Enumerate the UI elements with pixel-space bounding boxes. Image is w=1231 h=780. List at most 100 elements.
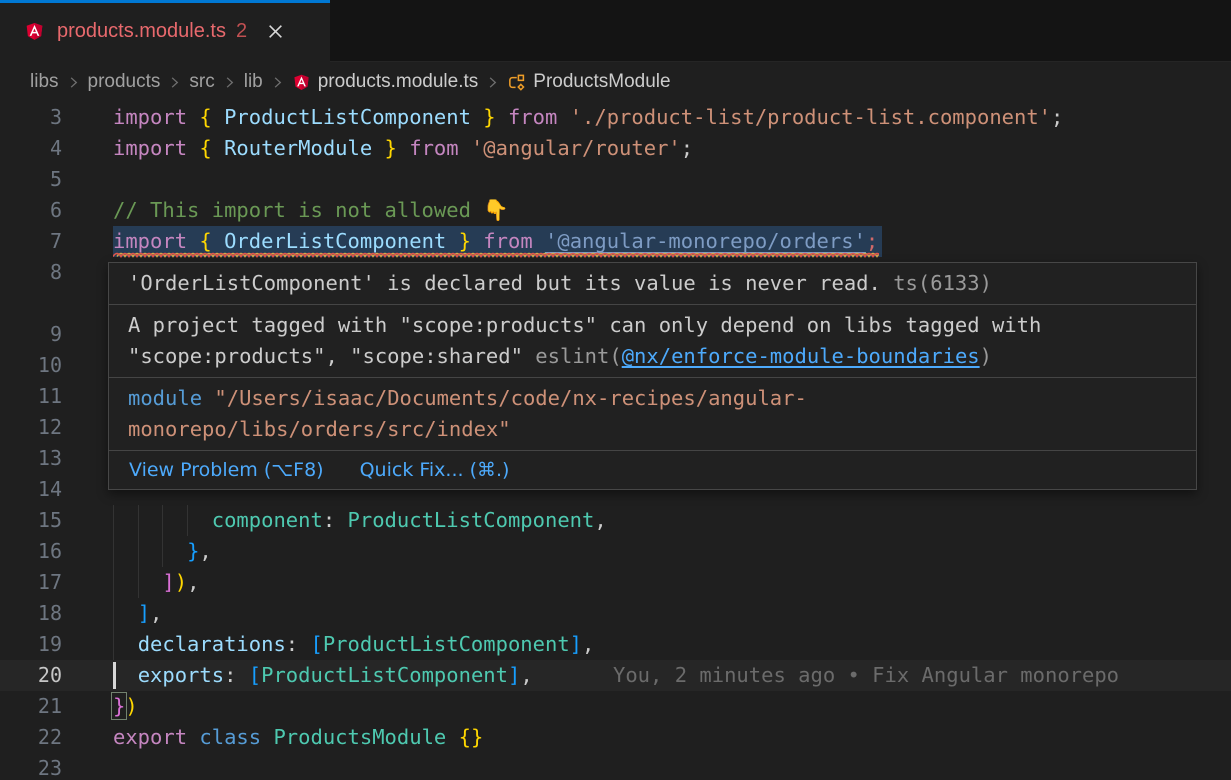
eslint-rule-link[interactable]: @nx/enforce-module-boundaries	[622, 344, 980, 368]
code-text: ]),	[113, 567, 199, 598]
code-line-7[interactable]: 7import { OrderListComponent } from '@an…	[0, 226, 1231, 257]
breadcrumb-folder-lib[interactable]: lib	[244, 71, 263, 93]
line-number[interactable]: 3	[0, 102, 62, 133]
token: ]	[570, 632, 582, 656]
token	[113, 539, 187, 563]
line-number[interactable]: 7	[0, 226, 62, 257]
token: from	[409, 136, 471, 160]
token: }	[113, 694, 125, 718]
module-path-line2: monorepo/libs/orders/src/index"	[128, 417, 511, 441]
token: class	[199, 725, 273, 749]
token: {}	[459, 725, 484, 749]
code-text: ],	[113, 598, 162, 629]
token: :	[286, 632, 311, 656]
token: {	[199, 229, 224, 253]
code-text: export class ProductsModule {}	[113, 722, 483, 753]
line-number[interactable]: 16	[0, 536, 62, 567]
code-line-5[interactable]: 5	[0, 164, 1231, 195]
code-line-4[interactable]: 4import { RouterModule } from '@angular/…	[0, 133, 1231, 164]
breadcrumb-folder-products[interactable]: products	[88, 71, 161, 93]
code-line-16[interactable]: 16 },	[0, 536, 1231, 567]
line-number[interactable]: 11	[0, 381, 62, 412]
angular-icon	[292, 72, 311, 92]
token: [	[249, 663, 261, 687]
line-number[interactable]: 20	[0, 660, 62, 691]
line-number[interactable]: 14	[0, 474, 62, 505]
line-number[interactable]: 19	[0, 629, 62, 660]
token: OrderListComponent	[224, 229, 446, 253]
token	[113, 570, 162, 594]
module-info: module "/Users/isaac/Documents/code/nx-r…	[109, 378, 1196, 450]
line-number[interactable]: 21	[0, 691, 62, 722]
token: {	[199, 105, 224, 129]
line-number[interactable]: 13	[0, 443, 62, 474]
token: '@angular-monorepo/orders'	[545, 229, 866, 253]
line-number[interactable]: 8	[0, 257, 62, 288]
vscode-window: products.module.ts 2 libs products src l…	[0, 0, 1231, 780]
line-number[interactable]: 17	[0, 567, 62, 598]
token: {	[199, 136, 224, 160]
token	[113, 632, 138, 656]
ts-diagnostic-message: 'OrderListComponent' is declared but its…	[128, 271, 881, 295]
tab-products-module[interactable]: products.module.ts 2	[0, 0, 330, 62]
token: ]	[138, 601, 150, 625]
code-text: },	[113, 536, 212, 567]
module-path-line1: "/Users/isaac/Documents/code/nx-recipes/…	[214, 386, 806, 410]
breadcrumb-file[interactable]: products.module.ts	[318, 71, 479, 93]
token: ;	[681, 136, 693, 160]
line-number[interactable]: 23	[0, 753, 62, 780]
code-line-15[interactable]: 15 component: ProductListComponent,	[0, 505, 1231, 536]
code-line-18[interactable]: 18 ],	[0, 598, 1231, 629]
token: ProductsModule	[273, 725, 458, 749]
token	[113, 601, 138, 625]
code-text: import { ProductListComponent } from './…	[113, 102, 1063, 133]
token: ProductListComponent	[261, 663, 508, 687]
line-number[interactable]: 12	[0, 412, 62, 443]
token: :	[323, 508, 348, 532]
line-number[interactable]: 10	[0, 350, 62, 381]
code-line-23[interactable]: 23	[0, 753, 1231, 780]
tab-problem-count: 2	[236, 20, 247, 43]
token: exports	[138, 663, 224, 687]
token: ProductListComponent	[323, 632, 570, 656]
breadcrumb-folder-libs[interactable]: libs	[30, 71, 59, 93]
token: // This import is not allowed 👇	[113, 198, 509, 222]
breadcrumb-symbol[interactable]: ProductsModule	[533, 71, 670, 93]
token: declarations	[138, 632, 286, 656]
token: )	[125, 694, 137, 718]
code-line-17[interactable]: 17 ]),	[0, 567, 1231, 598]
token: '@angular/router'	[471, 136, 681, 160]
ts-diagnostic: 'OrderListComponent' is declared but its…	[109, 263, 1196, 304]
line-number[interactable]: 5	[0, 164, 62, 195]
token: component	[113, 508, 323, 532]
token: import	[113, 136, 199, 160]
code-line-21[interactable]: 21})	[0, 691, 1231, 722]
chevron-right-icon	[485, 75, 500, 90]
line-number[interactable]: 15	[0, 505, 62, 536]
line-number[interactable]: 18	[0, 598, 62, 629]
token: ,	[594, 508, 606, 532]
chevron-right-icon	[270, 75, 285, 90]
code-line-3[interactable]: 3 import { ProductListComponent } from '.…	[0, 102, 1231, 133]
quick-fix-button[interactable]: Quick Fix... (⌘.)	[360, 459, 510, 481]
close-icon[interactable]	[267, 23, 284, 40]
token: import	[113, 229, 199, 253]
line-number[interactable]: 22	[0, 722, 62, 753]
line-number[interactable]: 6	[0, 195, 62, 226]
code-text: component: ProductListComponent,	[113, 505, 607, 536]
chevron-right-icon	[222, 75, 237, 90]
tab-strip: products.module.ts 2	[0, 0, 1231, 62]
active-tab-accent	[0, 0, 330, 3]
line-number[interactable]: 4	[0, 133, 62, 164]
token: import	[113, 105, 199, 129]
code-line-20[interactable]: 20 exports: [ProductListComponent],You, …	[0, 660, 1231, 691]
code-line-6[interactable]: 6 // This import is not allowed 👇	[0, 195, 1231, 226]
view-problem-button[interactable]: View Problem (⌥F8)	[129, 459, 324, 481]
token: }	[471, 105, 508, 129]
code-text: // This import is not allowed 👇	[113, 195, 509, 226]
token: ProductListComponent	[348, 508, 595, 532]
breadcrumb-folder-src[interactable]: src	[189, 71, 214, 93]
line-number[interactable]: 9	[0, 319, 62, 350]
code-line-19[interactable]: 19 declarations: [ProductListComponent],	[0, 629, 1231, 660]
code-line-22[interactable]: 22 export class ProductsModule {}	[0, 722, 1231, 753]
